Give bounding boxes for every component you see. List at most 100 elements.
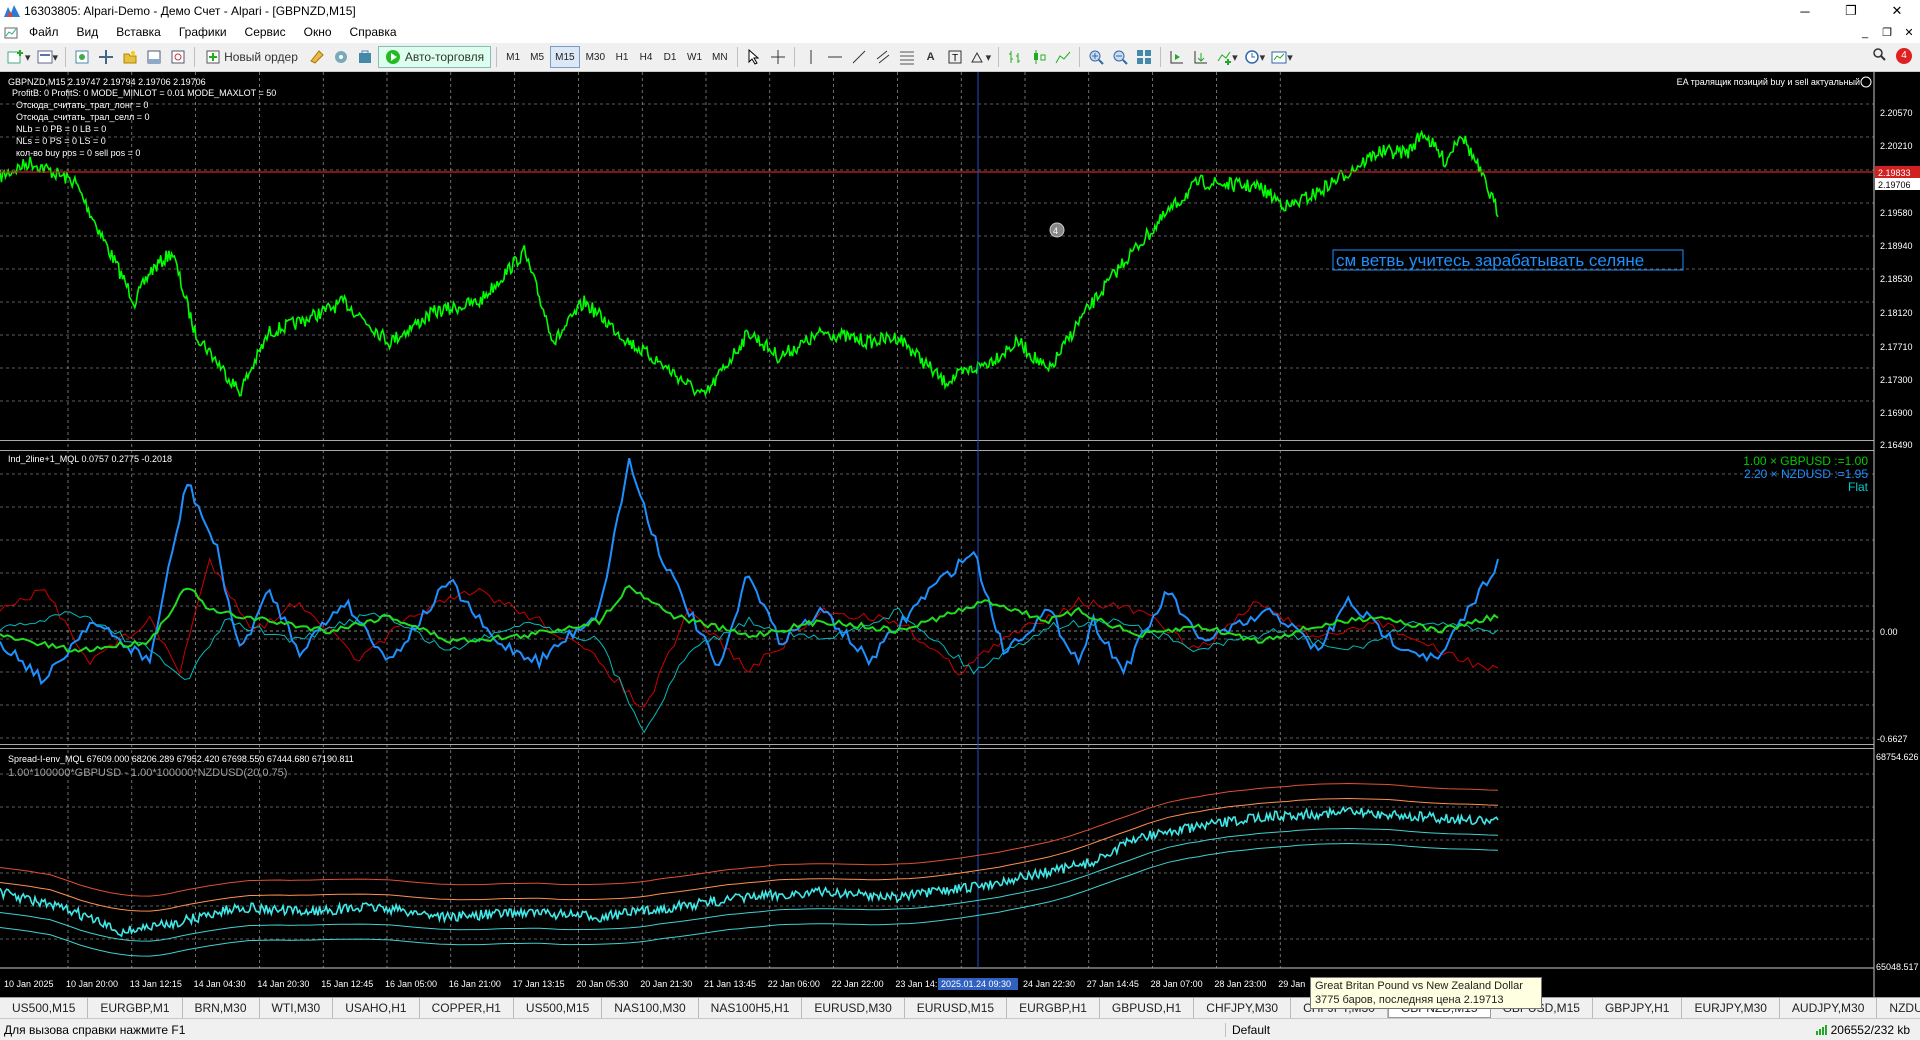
periods-icon[interactable]: ▾ <box>1242 46 1268 68</box>
metaeditor-icon[interactable] <box>306 46 328 68</box>
market-watch-icon[interactable] <box>71 46 93 68</box>
chart-tab[interactable]: COPPER,H1 <box>420 998 514 1018</box>
ea-smile-icon[interactable] <box>1860 76 1872 88</box>
chart-canvas[interactable]: 4 GBPNZD,M15 2.19747 2.19794 2.19706 2.1… <box>0 72 1920 997</box>
tf-h4-button[interactable]: H4 <box>635 46 657 68</box>
zoom-out-icon[interactable] <box>1109 46 1131 68</box>
chart-window[interactable]: 4 GBPNZD,M15 2.19747 2.19794 2.19706 2.1… <box>0 72 1920 997</box>
annotation-text[interactable]: см ветвь учитесь зарабатывать селяне <box>1336 251 1644 270</box>
price-tick: 2.18940 <box>1880 241 1913 251</box>
chart-tab[interactable]: BRN,M30 <box>183 998 260 1018</box>
tf-mn-button[interactable]: MN <box>708 46 732 68</box>
chart-tab[interactable]: NZDUSD,H1 <box>1877 998 1920 1018</box>
search-icon[interactable] <box>1872 47 1886 64</box>
ind1-legend-gbpusd: 1.00 × GBPUSD :=1.00 <box>1743 454 1868 468</box>
time-tick: 14 Jan 04:30 <box>194 979 246 989</box>
menu-charts[interactable]: Графики <box>170 22 236 43</box>
ind1-blue-line <box>0 457 1499 686</box>
chart-shift-icon[interactable] <box>1166 46 1188 68</box>
chart-tab[interactable]: AUDJPY,M30 <box>1780 998 1878 1018</box>
menu-tools[interactable]: Сервис <box>236 22 295 43</box>
chart-tab[interactable]: EURUSD,M30 <box>802 998 905 1018</box>
profiles-icon[interactable]: ▾ <box>35 46 61 68</box>
mdi-minimize-button[interactable]: _ <box>1854 22 1876 43</box>
cursor-date-label: 2025.01.24 09:30 <box>941 979 1011 989</box>
chart-tab[interactable]: US500,M15 <box>0 998 89 1018</box>
chart-tab[interactable]: CHFJPY,M30 <box>1194 998 1292 1018</box>
tf-m1-button[interactable]: M1 <box>502 46 524 68</box>
signals-icon[interactable] <box>330 46 352 68</box>
bar-chart-icon[interactable] <box>1004 46 1026 68</box>
vertical-line-icon[interactable] <box>800 46 822 68</box>
candlestick-icon[interactable] <box>1028 46 1050 68</box>
chart-tab[interactable]: USAHO,H1 <box>333 998 420 1018</box>
crosshair-icon[interactable] <box>767 46 789 68</box>
chart-tab[interactable]: EURUSD,M15 <box>905 998 1008 1018</box>
panel-separator-2[interactable] <box>0 744 1874 745</box>
notifications-badge[interactable]: 4 <box>1896 47 1912 64</box>
cursor-icon[interactable] <box>743 46 765 68</box>
text-label-icon[interactable]: T <box>944 46 966 68</box>
zoom-in-icon[interactable] <box>1085 46 1107 68</box>
time-axis: 10 Jan 2025 10 Jan 20:00 13 Jan 12:15 14 Ja… <box>4 979 1305 989</box>
tf-m15-button[interactable]: M15 <box>550 46 580 68</box>
strategy-tester-icon[interactable] <box>167 46 189 68</box>
tf-m30-button[interactable]: M30 <box>582 46 609 68</box>
menu-file[interactable]: Файл <box>20 22 68 43</box>
time-tick: 24 Jan 22:30 <box>1023 979 1075 989</box>
tf-m5-button[interactable]: M5 <box>526 46 548 68</box>
shapes-icon[interactable]: ▾ <box>968 46 994 68</box>
autoscroll-icon[interactable] <box>1190 46 1212 68</box>
chart-tab[interactable]: GBPUSD,H1 <box>1100 998 1195 1018</box>
tab-tooltip: Great Britan Pound vs New Zealand Dollar… <box>1310 977 1542 1009</box>
close-button[interactable]: ✕ <box>1874 0 1920 22</box>
mdi-restore-button[interactable]: ❐ <box>1876 22 1898 43</box>
tile-windows-icon[interactable] <box>1133 46 1155 68</box>
window-title: 16303805: Alpari-Demo - Демо Счет - Alpa… <box>24 4 356 18</box>
tooltip-title: Great Britan Pound vs New Zealand Dollar <box>1315 980 1523 992</box>
chart-tab[interactable]: EURGBP,H1 <box>1007 998 1100 1018</box>
time-tick: 29 Jan <box>1278 979 1305 989</box>
status-bar: Для вызова справки нажмите F1 Default 20… <box>0 1018 1920 1040</box>
red-price-label: 2.19833 <box>1878 168 1911 178</box>
line-chart-icon[interactable] <box>1052 46 1074 68</box>
chart-tab[interactable]: EURJPY,M30 <box>1682 998 1780 1018</box>
tf-h1-button[interactable]: H1 <box>611 46 633 68</box>
new-order-button[interactable]: Новый ордер <box>200 46 304 68</box>
time-tick: 28 Jan 23:00 <box>1214 979 1266 989</box>
indicators-icon[interactable]: ▾ <box>1214 46 1240 68</box>
spread-line <box>0 805 1499 938</box>
tf-d1-button[interactable]: D1 <box>659 46 681 68</box>
mdi-close-button[interactable]: ✕ <box>1898 22 1920 43</box>
chart-tab[interactable]: US500,M15 <box>514 998 603 1018</box>
text-icon[interactable]: A <box>920 46 942 68</box>
ea-info-line: NLs = 0 PS = 0 LS = 0 <box>16 136 106 146</box>
menu-insert[interactable]: Вставка <box>107 22 170 43</box>
terminal-icon[interactable] <box>143 46 165 68</box>
time-tick: 21 Jan 13:45 <box>704 979 756 989</box>
maximize-button[interactable]: ❐ <box>1828 0 1874 22</box>
chart-tab[interactable]: NAS100H5,H1 <box>699 998 803 1018</box>
status-profile[interactable]: Default <box>1225 1022 1525 1037</box>
channel-icon[interactable] <box>872 46 894 68</box>
market-icon[interactable] <box>354 46 376 68</box>
chart-tab[interactable]: EURGBP,M1 <box>88 998 183 1018</box>
templates-icon[interactable]: ▾ <box>1269 46 1295 68</box>
trendline-icon[interactable] <box>848 46 870 68</box>
minimize-button[interactable]: ─ <box>1782 0 1828 22</box>
chart-tab[interactable]: GBPJPY,H1 <box>1593 998 1683 1018</box>
menu-help[interactable]: Справка <box>341 22 406 43</box>
panel-separator-1[interactable] <box>0 440 1874 441</box>
tf-w1-button[interactable]: W1 <box>683 46 706 68</box>
new-chart-icon[interactable]: ▾ <box>5 46 33 68</box>
navigator-icon[interactable] <box>119 46 141 68</box>
new-order-label: Новый ордер <box>224 50 298 64</box>
data-window-icon[interactable] <box>95 46 117 68</box>
menu-window[interactable]: Окно <box>295 22 341 43</box>
chart-tab[interactable]: NAS100,M30 <box>602 998 699 1018</box>
autotrading-button[interactable]: Авто-торговля <box>377 46 492 68</box>
chart-tab[interactable]: WTI,M30 <box>260 998 334 1018</box>
horizontal-line-icon[interactable] <box>824 46 846 68</box>
fibonacci-icon[interactable] <box>896 46 918 68</box>
menu-view[interactable]: Вид <box>68 22 108 43</box>
